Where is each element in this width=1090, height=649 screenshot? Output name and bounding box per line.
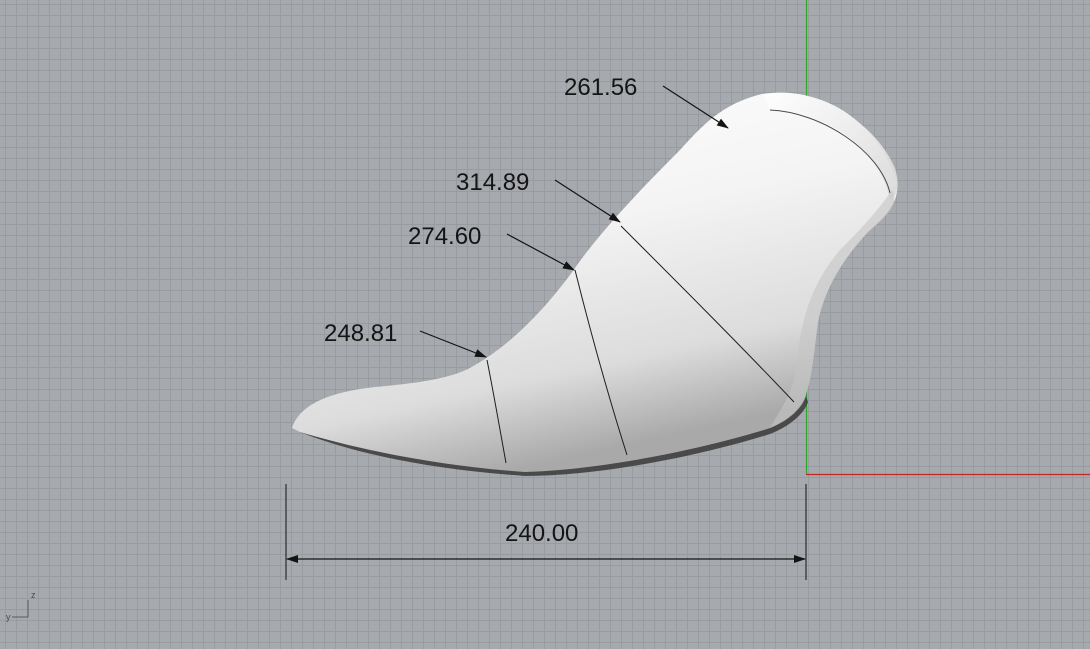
girth-label-instep: 314.89 (456, 169, 529, 196)
girth-dimension-ball[interactable]: 248.81 (324, 320, 487, 358)
axis-label-z: z (31, 590, 36, 600)
rhino-viewport[interactable]: 261.56 314.89 274.60 248.81 240.00 z y (0, 0, 1090, 649)
girth-label-waist: 274.60 (408, 223, 481, 250)
axis-label-y: y (6, 612, 11, 622)
length-label: 240.00 (505, 520, 578, 547)
leader-arrow-ball (419, 330, 487, 358)
girth-dimension-top[interactable]: 261.56 (564, 74, 729, 129)
leader-arrow-instep (554, 179, 621, 223)
viewport-canvas: 261.56 314.89 274.60 248.81 240.00 z y (6, 0, 1090, 622)
leader-arrow-waist (506, 233, 575, 271)
girth-dimension-instep[interactable]: 314.89 (456, 169, 621, 223)
length-dimension[interactable]: 240.00 (285, 484, 807, 580)
girth-label-top: 261.56 (564, 74, 637, 101)
axis-widget: z y (6, 590, 36, 622)
girth-label-ball: 248.81 (324, 320, 397, 347)
leader-arrow-top (662, 85, 729, 129)
girth-dimension-waist[interactable]: 274.60 (408, 223, 575, 271)
